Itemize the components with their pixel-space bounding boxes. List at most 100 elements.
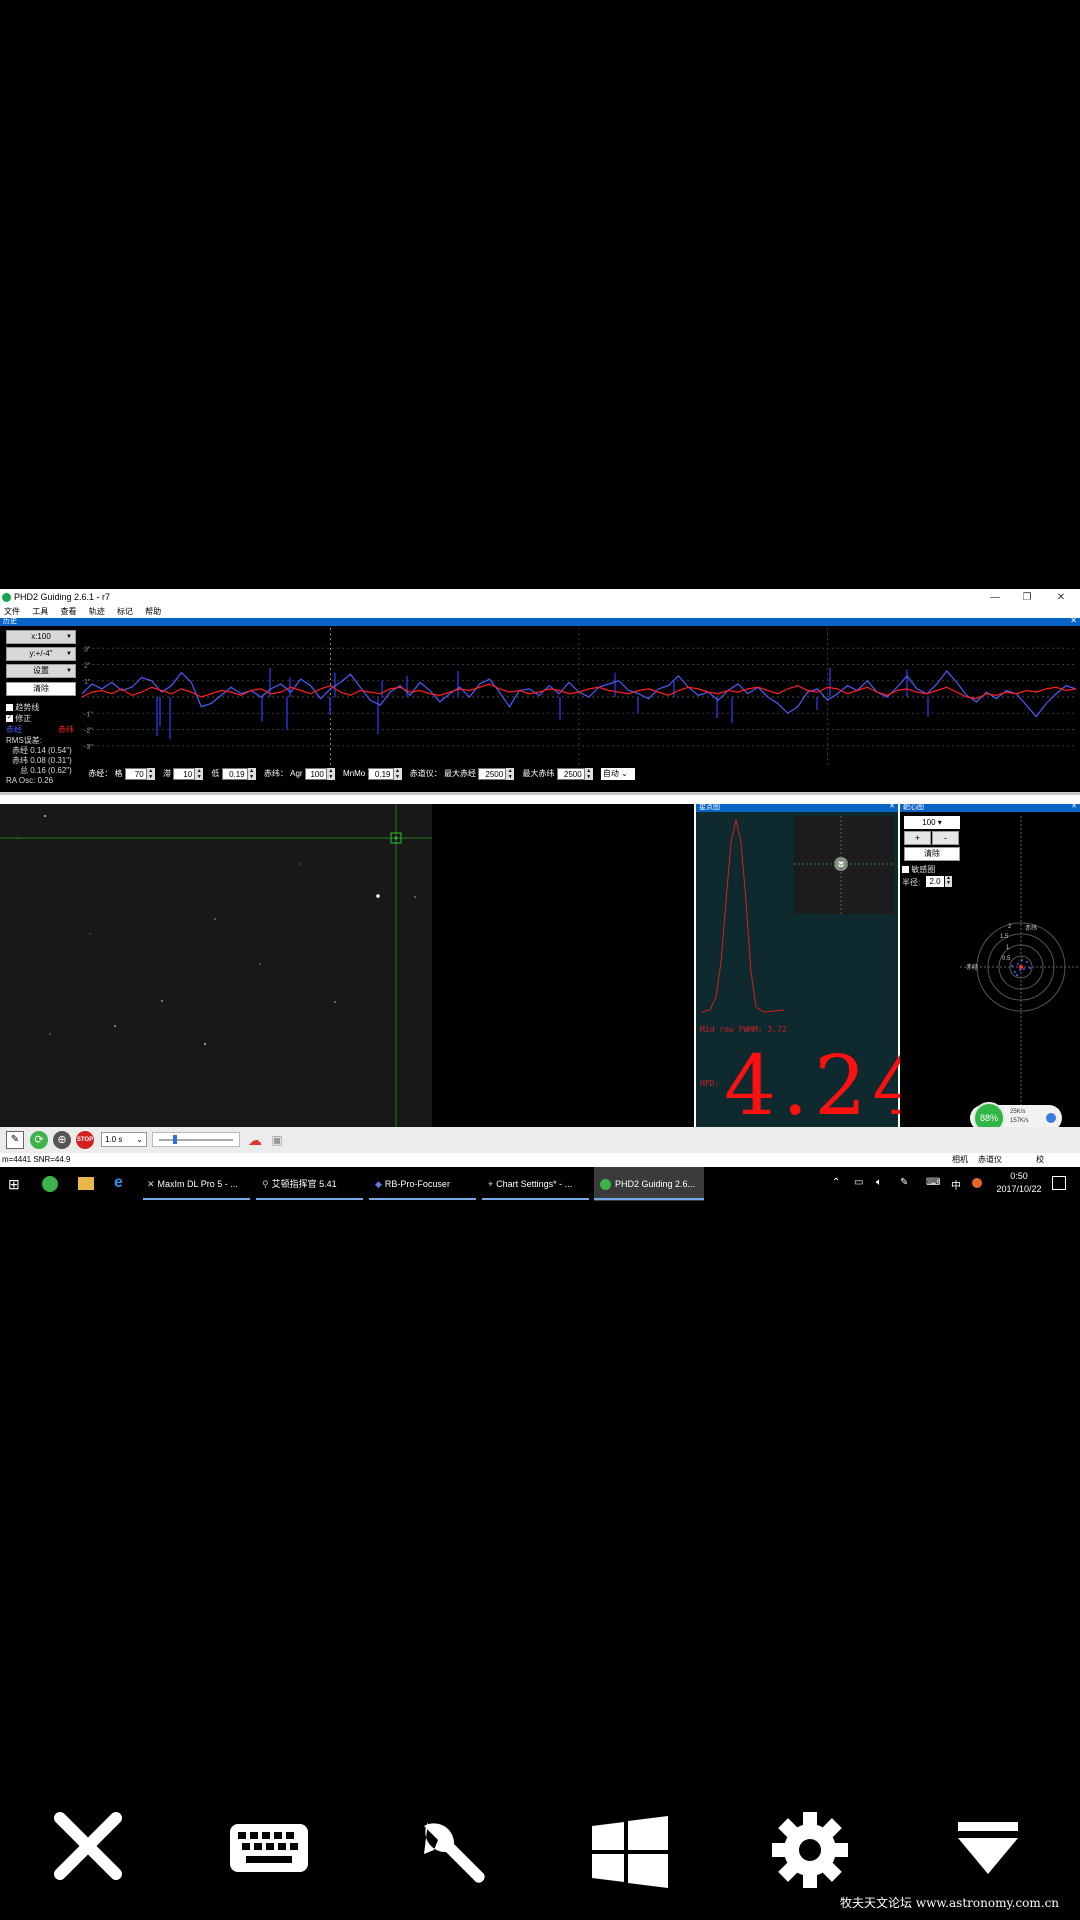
dec-mode-value: 自动 [602, 769, 619, 778]
camera-view[interactable] [0, 804, 694, 1127]
spin-arrows-icon[interactable]: ▲ ▼ [584, 768, 593, 780]
profile-panel-header: 星点图 ✕ [696, 802, 898, 812]
camera-frame [0, 804, 432, 1127]
trendline-checkbox[interactable]: 趋势线 [6, 702, 39, 713]
menu-tools[interactable]: 工具 [32, 607, 48, 616]
graph-panel-header: 历史 ✕ [0, 616, 1080, 626]
notification-icon[interactable] [1052, 1176, 1066, 1190]
wrench-icon[interactable] [410, 1814, 490, 1894]
clock[interactable]: 0:50 2017/10/22 [995, 1170, 1043, 1196]
minimize-button[interactable]: — [980, 589, 1010, 606]
star [204, 1043, 206, 1045]
star [334, 1001, 336, 1003]
graph-close-icon[interactable]: ✕ [1070, 616, 1077, 625]
legend-dec: 赤纬 [58, 725, 74, 734]
chevron-down-icon: ⌄ [136, 1135, 143, 1144]
task-phd2[interactable]: PHD2 Guiding 2.6... [594, 1167, 704, 1201]
dec-mode-select[interactable]: 自动 ⌄ [600, 768, 635, 780]
y-tick-label: 1" [84, 679, 91, 686]
star-profile-panel: Mid row FWHM: 3.72 HFD: 4.24 [696, 812, 925, 1134]
ring-label: 0.5 [1002, 956, 1011, 962]
ime-indicator[interactable]: 中 [951, 1177, 961, 1192]
stop-button[interactable]: STOP [76, 1131, 94, 1149]
task-eqmod[interactable]: ⚲ 艾顿指挥官 5.41 [256, 1167, 363, 1201]
max-dec-input[interactable]: 2500 [556, 768, 585, 780]
exposure-value: 1.0 s [105, 1135, 123, 1144]
dec-minmo-label: MnMo [343, 769, 366, 779]
star [414, 896, 416, 898]
profile-close-icon[interactable]: ✕ [889, 802, 895, 810]
task-focuser[interactable]: ◆ RB-Pro-Focuser [369, 1167, 476, 1201]
menu-bookmarks[interactable]: 标记 [117, 607, 133, 616]
spin-arrows-icon[interactable]: ▲ ▼ [326, 768, 335, 780]
spin-arrows-icon[interactable]: ▲ ▼ [146, 768, 155, 780]
max-dec-label: 最大赤纬 [522, 769, 555, 779]
gamma-slider[interactable] [152, 1132, 240, 1147]
file-explorer-icon[interactable] [78, 1177, 94, 1190]
start-windows-icon[interactable]: ⊞ [8, 1176, 20, 1192]
dec-agr-input[interactable]: 100 [304, 768, 327, 780]
keyboard-tray-icon[interactable]: ⌨ [926, 1177, 940, 1188]
volume-icon[interactable]: 🔈︎ [876, 1177, 882, 1188]
pen-icon[interactable]: ✎ [900, 1177, 908, 1188]
ra-hys-label: 格 [114, 769, 123, 779]
gear-icon[interactable] [770, 1810, 850, 1890]
dec-params-label: 赤纬： [263, 769, 288, 779]
star [49, 1033, 51, 1035]
ra-hys-input[interactable]: 70 [124, 768, 147, 780]
tray-device-icon[interactable]: ▭ [854, 1177, 863, 1188]
close-window-button[interactable]: ✕ [1046, 589, 1076, 606]
star [44, 815, 46, 817]
maxim-icon: ✕ [147, 1179, 155, 1189]
phd2-task-icon [600, 1179, 611, 1191]
graph-clear-button[interactable]: 清除 [6, 682, 76, 696]
loop-button[interactable]: ⟳ [30, 1131, 48, 1149]
menu-file[interactable]: 文件 [4, 607, 20, 616]
close-icon[interactable] [52, 1810, 124, 1882]
guide-button[interactable]: ⊕ [53, 1131, 71, 1149]
keyboard-icon[interactable] [228, 1822, 310, 1874]
graph-panel-title: 历史 [3, 618, 17, 625]
spin-arrows-icon[interactable]: ▲ ▼ [247, 768, 256, 780]
task-maxim[interactable]: ✕ MaxIm DL Pro 5 - ... [143, 1167, 250, 1201]
dec-minmo-input[interactable]: 0.19 [367, 768, 394, 780]
ra-agr-input[interactable]: 10 [173, 768, 196, 780]
browser-icon[interactable] [1046, 1113, 1056, 1123]
task-underline [482, 1198, 589, 1200]
graph-settings-button[interactable]: 设置 ▼ [6, 664, 76, 678]
y-scale-button[interactable]: y:+/-4" ▼ [6, 647, 76, 661]
tray-overflow-icon[interactable]: ⌃ [832, 1177, 840, 1188]
spin-arrows-icon[interactable]: ▲ ▼ [195, 768, 204, 780]
phd-pinned-icon[interactable] [42, 1176, 58, 1192]
max-ra-input[interactable]: 2500 [478, 768, 507, 780]
restore-button[interactable]: ❐ [1012, 589, 1042, 606]
collapse-icon[interactable] [956, 1820, 1020, 1876]
tray-app-icon[interactable] [972, 1178, 982, 1188]
menu-darks[interactable]: 轨迹 [89, 607, 105, 616]
windows-icon[interactable] [590, 1814, 670, 1890]
star-field [0, 804, 432, 1127]
task-chart-settings[interactable]: ⌖ Chart Settings* - ... [482, 1167, 589, 1201]
star [114, 1025, 116, 1027]
slider-thumb[interactable] [173, 1135, 177, 1144]
clock-date: 2017/10/22 [996, 1184, 1042, 1194]
task-underline [256, 1198, 363, 1200]
x-scale-button[interactable]: x:100 ▼ [6, 630, 76, 644]
ring-label: 1.5 [1000, 934, 1009, 940]
status-bar: m=4441 SNR=44.9 相机 赤道仪 校 [0, 1153, 1080, 1167]
correction-checkbox[interactable]: ✓ 修正 [6, 713, 31, 724]
spin-arrows-icon[interactable]: ▲ ▼ [393, 768, 402, 780]
menu-bar: 文件 工具 查看 轨迹 标记 帮助 [0, 606, 1080, 618]
camera-settings-icon[interactable]: ▣ [268, 1131, 286, 1149]
exposure-select[interactable]: 1.0 s ⌄ [101, 1132, 147, 1147]
title-bar: PHD2 Guiding 2.6.1 - r7 — ❐ ✕ [0, 589, 1080, 606]
spin-arrows-icon[interactable]: ▲ ▼ [506, 768, 515, 780]
menu-view[interactable]: 查看 [60, 607, 76, 616]
brain-settings-icon[interactable]: ☁ [246, 1131, 264, 1149]
connect-gear-button[interactable]: ✎ [6, 1131, 24, 1149]
menu-help[interactable]: 帮助 [145, 607, 161, 616]
ra-minmo-input[interactable]: 0.19 [221, 768, 248, 780]
edge-icon[interactable]: e [114, 1174, 123, 1192]
target-close-icon[interactable]: ✕ [1071, 802, 1077, 810]
y-scale-label: y:+/-4" [29, 649, 53, 658]
